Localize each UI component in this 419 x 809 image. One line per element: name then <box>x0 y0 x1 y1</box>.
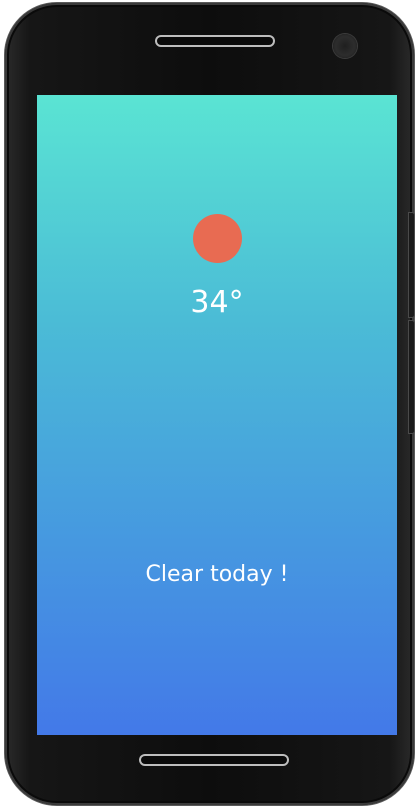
weather-screen: 34° Clear today ! <box>37 95 397 735</box>
power-button <box>409 321 414 433</box>
weather-description: Clear today ! <box>145 562 289 587</box>
sun-icon <box>193 214 242 263</box>
device-stage: 34° Clear today ! <box>0 0 419 809</box>
volume-button <box>409 213 414 317</box>
earpiece-speaker <box>157 37 273 45</box>
bottom-speaker <box>141 756 287 764</box>
phone-frame: 34° Clear today ! <box>5 3 414 805</box>
front-camera <box>333 34 357 58</box>
temperature-label: 34° <box>190 285 244 320</box>
